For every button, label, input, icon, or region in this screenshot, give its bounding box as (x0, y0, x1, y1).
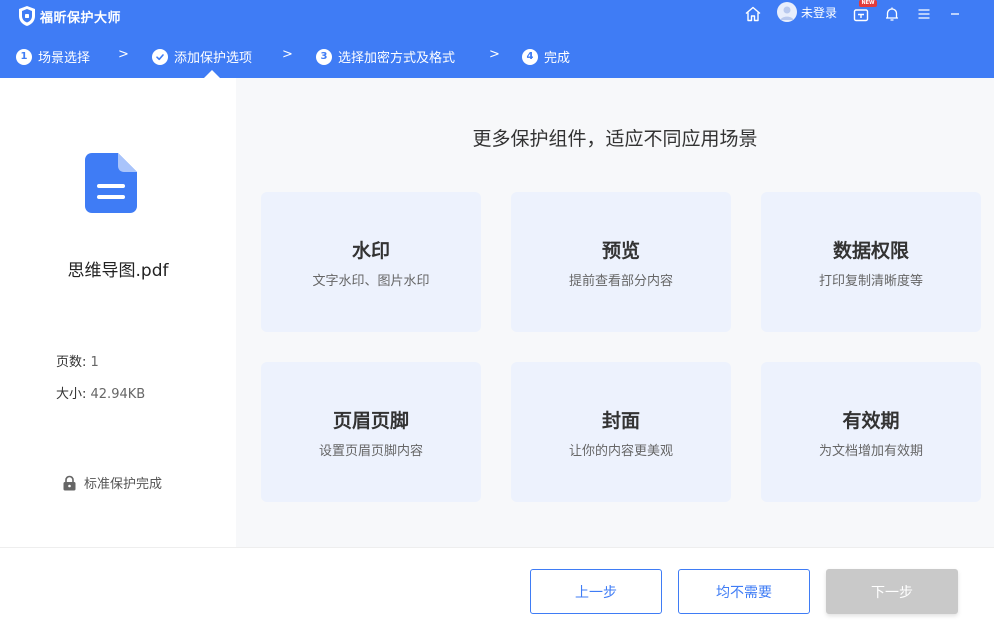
card-title: 数据权限 (761, 236, 981, 263)
protection-options-panel: 更多保护组件，适应不同应用场景 水印 文字水印、图片水印 预览 提前查看部分内容… (236, 78, 994, 547)
step-separator: > (282, 47, 293, 62)
card-description: 让你的内容更美观 (511, 440, 731, 459)
card-title: 有效期 (761, 406, 981, 433)
cover-card[interactable]: 封面 让你的内容更美观 (511, 362, 731, 502)
header-footer-card[interactable]: 页眉页脚 设置页眉页脚内容 (261, 362, 481, 502)
skip-all-button[interactable]: 均不需要 (678, 569, 810, 614)
card-description: 文字水印、图片水印 (261, 270, 481, 289)
check-icon (152, 49, 168, 65)
card-description: 打印复制清晰度等 (761, 270, 981, 289)
step-add-protection[interactable]: 添加保护选项 (152, 47, 252, 66)
login-status[interactable]: 未登录 (801, 4, 837, 21)
file-name: 思维导图.pdf (0, 256, 236, 281)
preview-card[interactable]: 预览 提前查看部分内容 (511, 192, 731, 332)
file-size-label: 大小: (56, 387, 91, 402)
file-info-panel: 思维导图.pdf 页数: 1 大小: 42.94KB 标准保护完成 (0, 78, 236, 547)
protection-status-text: 标准保护完成 (84, 473, 162, 492)
section-headline: 更多保护组件，适应不同应用场景 (236, 124, 994, 151)
home-icon[interactable] (742, 3, 764, 25)
step-number: 3 (316, 49, 332, 65)
new-badge: NEW (859, 0, 877, 7)
shield-icon (18, 5, 36, 27)
next-step-button[interactable]: 下一步 (826, 569, 958, 614)
card-title: 页眉页脚 (261, 406, 481, 433)
validity-period-card[interactable]: 有效期 为文档增加有效期 (761, 362, 981, 502)
step-label: 添加保护选项 (174, 47, 252, 66)
protection-status: 标准保护完成 (62, 473, 162, 492)
step-label: 完成 (544, 47, 570, 66)
page-count-label: 页数: (56, 355, 91, 370)
previous-step-button[interactable]: 上一步 (530, 569, 662, 614)
bell-icon[interactable] (881, 3, 903, 25)
file-size-value: 42.94KB (91, 387, 146, 402)
title-bar: 福昕保护大师 未登录 NEW (0, 0, 994, 34)
document-icon (84, 152, 138, 214)
page-count-value: 1 (91, 355, 99, 370)
current-step-indicator (204, 70, 220, 78)
card-title: 封面 (511, 406, 731, 433)
step-label: 选择加密方式及格式 (338, 47, 455, 66)
step-separator: > (118, 47, 129, 62)
data-permission-card[interactable]: 数据权限 打印复制清晰度等 (761, 192, 981, 332)
card-title: 水印 (261, 236, 481, 263)
footer-bar: 上一步 均不需要 下一步 (0, 547, 994, 625)
step-separator: > (489, 47, 500, 62)
app-title: 福昕保护大师 (40, 7, 121, 26)
step-label: 场景选择 (38, 47, 90, 66)
watermark-card[interactable]: 水印 文字水印、图片水印 (261, 192, 481, 332)
step-number: 4 (522, 49, 538, 65)
user-avatar-icon[interactable] (777, 2, 797, 22)
step-scene-select[interactable]: 1 场景选择 (16, 47, 90, 66)
page-count: 页数: 1 (56, 351, 99, 370)
card-description: 为文档增加有效期 (761, 440, 981, 459)
step-encryption-format[interactable]: 3 选择加密方式及格式 (316, 47, 455, 66)
step-finish[interactable]: 4 完成 (522, 47, 570, 66)
step-number: 1 (16, 49, 32, 65)
file-size: 大小: 42.94KB (56, 383, 145, 402)
card-description: 设置页眉页脚内容 (261, 440, 481, 459)
minimize-icon[interactable] (944, 3, 966, 25)
card-title: 预览 (511, 236, 731, 263)
menu-icon[interactable] (913, 3, 935, 25)
card-description: 提前查看部分内容 (511, 270, 731, 289)
steps-bar: 1 场景选择 > 添加保护选项 > 3 选择加密方式及格式 > 4 完成 (0, 34, 994, 78)
lock-icon (62, 475, 77, 491)
